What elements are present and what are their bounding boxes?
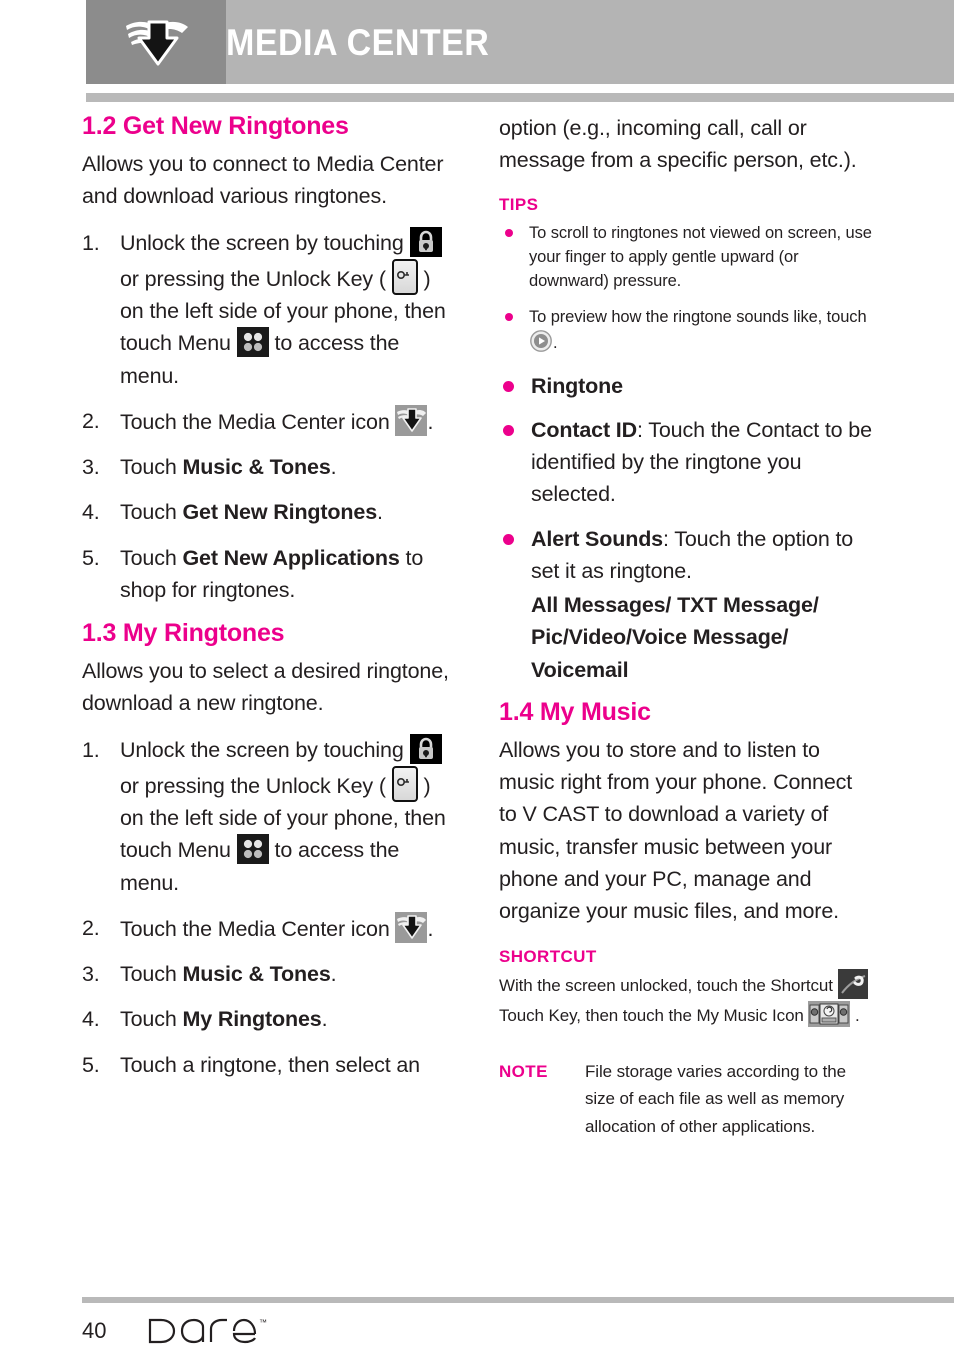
step-item: 4. Touch Get New Ringtones. xyxy=(82,496,452,528)
shortcut-label: SHORTCUT xyxy=(499,947,597,967)
unlock-key-icon xyxy=(391,258,418,295)
header-logo-box xyxy=(86,0,226,84)
step-text: Touch Get New Ringtones. xyxy=(120,500,383,525)
step-number: 4. xyxy=(82,500,100,525)
play-button-icon xyxy=(529,329,553,353)
tips-list: To scroll to ringtones not viewed on scr… xyxy=(499,221,874,356)
step-item: 1. Unlock the screen by touching or press… xyxy=(82,733,452,899)
step-item: 5. Touch Get New Applications to shop for… xyxy=(82,542,452,607)
my-music-icon xyxy=(808,1000,851,1027)
lock-icon xyxy=(409,226,442,257)
lock-icon xyxy=(409,733,442,764)
bold-term: Music & Tones xyxy=(182,962,331,986)
header-divider xyxy=(86,93,954,102)
section-heading-my-music: 1.4 My Music xyxy=(499,697,651,726)
step-item: 1. Unlock the screen by touching or press… xyxy=(82,226,452,392)
trademark-symbol: ™ xyxy=(259,1318,267,1327)
step-item: 5. Touch a ringtone, then select an xyxy=(82,1049,452,1081)
steps-my-ringtones: 1. Unlock the screen by touching or press… xyxy=(82,733,452,1081)
right-column: option (e.g., incoming call, call or mes… xyxy=(499,112,874,1140)
shortcut-block: SHORTCUT With the screen unlocked, touch… xyxy=(499,947,874,1029)
step-item: 4. Touch My Ringtones. xyxy=(82,1003,452,1035)
step-item: 2. Touch the Media Center icon . xyxy=(82,404,452,438)
step-text: Touch Get New Applications to shop for r… xyxy=(120,545,424,602)
step-text: Touch the Media Center icon . xyxy=(120,911,433,943)
media-center-icon xyxy=(395,911,428,943)
media-center-icon xyxy=(395,404,428,436)
menu-grid-icon xyxy=(236,834,269,865)
bullet-text: To scroll to ringtones not viewed on scr… xyxy=(529,223,872,291)
bold-term: Music & Tones xyxy=(182,455,331,479)
note-label: NOTE xyxy=(499,1061,548,1081)
bold-term: Ringtone xyxy=(531,373,623,398)
brand-logo-dare: ™ xyxy=(147,1314,267,1353)
step-item: 3. Touch Music & Tones. xyxy=(82,958,452,990)
step-number: 5. xyxy=(82,545,100,570)
bullet-text: To preview how the ringtone sounds like,… xyxy=(529,307,867,353)
sub-bold-options: All Messages/ TXT Message/ Pic/Video/Voi… xyxy=(531,593,819,682)
step-item: 2. Touch the Media Center icon . xyxy=(82,911,452,945)
step-number: 4. xyxy=(82,1007,100,1032)
section-intro-my-music: Allows you to store and to listen to mus… xyxy=(499,737,853,924)
section-heading-get-new-ringtones: 1.2 Get New Ringtones xyxy=(82,112,349,140)
section-intro-my-ringtones: Allows you to select a desired ringtone,… xyxy=(82,659,449,716)
bullet-item: Ringtone xyxy=(499,370,874,402)
section-intro-get-new-ringtones: Allows you to connect to Media Center an… xyxy=(82,152,444,209)
bold-term: Alert Sounds xyxy=(531,526,663,551)
section-heading-my-ringtones: 1.3 My Ringtones xyxy=(82,619,285,647)
step-number: 1. xyxy=(82,737,100,762)
shortcut-text: With the screen unlocked, touch the Shor… xyxy=(499,969,874,1029)
continued-paragraph: option (e.g., incoming call, call or mes… xyxy=(499,116,857,173)
note-text: File storage varies according to the siz… xyxy=(585,1061,846,1136)
tips-label: TIPS xyxy=(499,194,539,214)
bold-term: Contact ID xyxy=(531,417,638,442)
bullet-item: Contact ID: Touch the Contact to be iden… xyxy=(499,414,874,511)
page-footer: 40 ™ xyxy=(82,1314,582,1354)
bullet-item: To scroll to ringtones not viewed on scr… xyxy=(499,221,874,294)
step-text: Touch Music & Tones. xyxy=(120,962,337,986)
step-number: 1. xyxy=(82,230,100,255)
page-number: 40 xyxy=(82,1318,107,1343)
page-title: MEDIA CENTER xyxy=(226,22,490,63)
steps-get-new-ringtones: 1. Unlock the screen by touching or press… xyxy=(82,226,452,607)
unlock-key-icon xyxy=(391,765,418,802)
step-text: Unlock the screen by touching or pressin… xyxy=(120,733,446,895)
bold-term: Get New Ringtones xyxy=(182,500,378,525)
bold-term: My Ringtones xyxy=(182,1007,322,1032)
step-text: Touch the Media Center icon . xyxy=(120,404,433,436)
step-number: 2. xyxy=(82,408,100,433)
bullet-text: Ringtone xyxy=(531,374,623,398)
step-number: 2. xyxy=(82,915,100,940)
bullet-text: Alert Sounds: Touch the option to set it… xyxy=(531,527,874,686)
step-text: Touch Music & Tones. xyxy=(120,455,337,479)
page-header: MEDIA CENTER xyxy=(86,0,954,84)
bullet-item: To preview how the ringtone sounds like,… xyxy=(499,305,874,356)
step-text: Unlock the screen by touching or pressin… xyxy=(120,226,446,388)
left-column: 1.2 Get New Ringtones Allows you to conn… xyxy=(82,112,452,1094)
menu-grid-icon xyxy=(236,327,269,358)
note-block: NOTE File storage varies according to th… xyxy=(499,1058,874,1141)
footer-divider xyxy=(82,1297,954,1303)
winged-arrow-logo-icon xyxy=(122,14,190,77)
step-number: 3. xyxy=(82,962,100,986)
ringtone-options-list: Ringtone Contact ID: Touch the Contact to… xyxy=(499,370,874,686)
step-text: Touch a ringtone, then select an xyxy=(120,1052,420,1077)
step-number: 5. xyxy=(82,1052,100,1077)
step-number: 3. xyxy=(82,455,100,479)
step-text: Touch My Ringtones. xyxy=(120,1007,328,1032)
step-item: 3. Touch Music & Tones. xyxy=(82,451,452,483)
bullet-item: Alert Sounds: Touch the option to set it… xyxy=(499,523,874,686)
shortcut-touch-key-icon xyxy=(837,969,868,1000)
bullet-text: Contact ID: Touch the Contact to be iden… xyxy=(531,417,872,507)
bold-term: Get New Applications xyxy=(182,545,400,570)
